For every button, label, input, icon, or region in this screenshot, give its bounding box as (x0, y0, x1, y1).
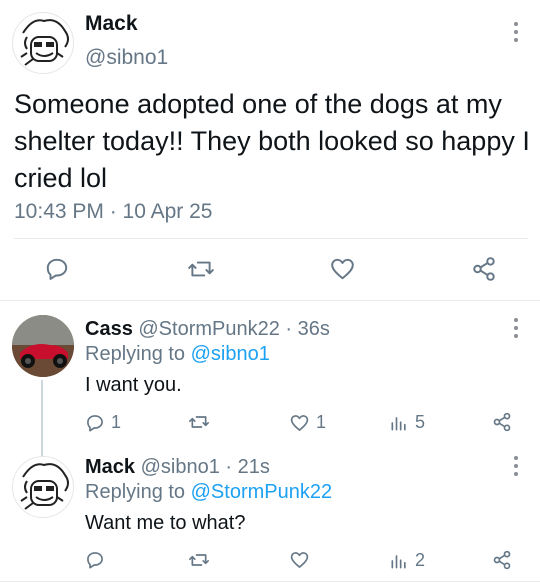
divider (0, 581, 540, 582)
heart-icon (331, 258, 354, 280)
main-author-handle[interactable]: @sibno1 (85, 46, 168, 70)
avatar-mack[interactable] (12, 12, 74, 74)
reply-text: I want you. (85, 374, 182, 396)
thread-line (41, 380, 43, 458)
reply-header: Cass @StormPunk22 · 36s (85, 318, 330, 341)
retweet-icon (188, 416, 209, 428)
main-retweet-button[interactable] (187, 256, 215, 282)
views-count: 2 (415, 550, 426, 570)
avatar-cass[interactable] (12, 315, 74, 377)
reply-like-button[interactable]: 1 (289, 412, 326, 433)
reply-time: · 36s (285, 318, 330, 340)
main-share-button[interactable] (471, 256, 497, 282)
views-icon (391, 416, 406, 430)
reply-views-button[interactable]: 2 (389, 550, 425, 571)
avatar-cass-photo (12, 315, 74, 377)
reply-count: 1 (111, 412, 122, 432)
main-tweet-text: Someone adopted one of the dogs at my sh… (14, 89, 530, 193)
reply-views-button[interactable]: 5 (389, 412, 425, 433)
reply-share-button[interactable] (492, 550, 512, 570)
more-icon[interactable] (513, 318, 519, 338)
divider (0, 300, 540, 301)
replying-label: Replying to (85, 343, 186, 365)
replying-to: Replying to @sibno1 (85, 343, 270, 366)
main-tweet-timestamp: 10:43 PM · 10 Apr 25 (14, 200, 213, 223)
heart-icon (290, 414, 309, 431)
retweet-icon (188, 554, 209, 566)
share-icon (473, 257, 495, 281)
replying-handle-link[interactable]: @StormPunk22 (191, 481, 332, 503)
avatar-mack-sketch (20, 463, 69, 510)
reply-header: Mack @sibno1 · 21s (85, 456, 270, 479)
reply-icon (87, 414, 103, 431)
main-like-button[interactable] (329, 256, 356, 282)
reply-reply-button[interactable] (85, 550, 111, 570)
reply-reply-button[interactable]: 1 (85, 412, 121, 433)
reply-icon (87, 552, 103, 569)
share-icon (493, 550, 511, 570)
main-author-name[interactable]: Mack (85, 12, 138, 36)
replying-to: Replying to @StormPunk22 (85, 481, 332, 504)
avatar-mack-sketch (20, 19, 69, 66)
more-icon[interactable] (513, 22, 519, 42)
reply-share-button[interactable] (492, 412, 512, 432)
replying-label: Replying to (85, 481, 186, 503)
reply-icon (46, 258, 68, 280)
more-icon[interactable] (513, 456, 519, 476)
divider (14, 238, 528, 239)
reply-author-handle[interactable]: @StormPunk22 (138, 318, 279, 340)
replying-handle-link[interactable]: @sibno1 (191, 343, 270, 365)
heart-icon (290, 552, 309, 568)
reply-time: · 21s (225, 456, 270, 478)
reply-author-name[interactable]: Cass (85, 318, 133, 340)
reply-like-button[interactable] (289, 550, 316, 570)
reply-author-handle[interactable]: @sibno1 (141, 456, 220, 478)
like-count: 1 (316, 412, 327, 432)
reply-retweet-button[interactable] (188, 550, 216, 570)
views-count: 5 (415, 412, 426, 432)
reply-retweet-button[interactable] (188, 412, 216, 432)
share-icon (493, 412, 511, 432)
avatar-mack[interactable] (12, 456, 74, 518)
main-reply-button[interactable] (44, 256, 70, 282)
reply-author-name[interactable]: Mack (85, 456, 135, 478)
retweet-icon (188, 261, 214, 277)
reply-text: Want me to what? (85, 512, 246, 534)
views-icon (391, 554, 406, 568)
